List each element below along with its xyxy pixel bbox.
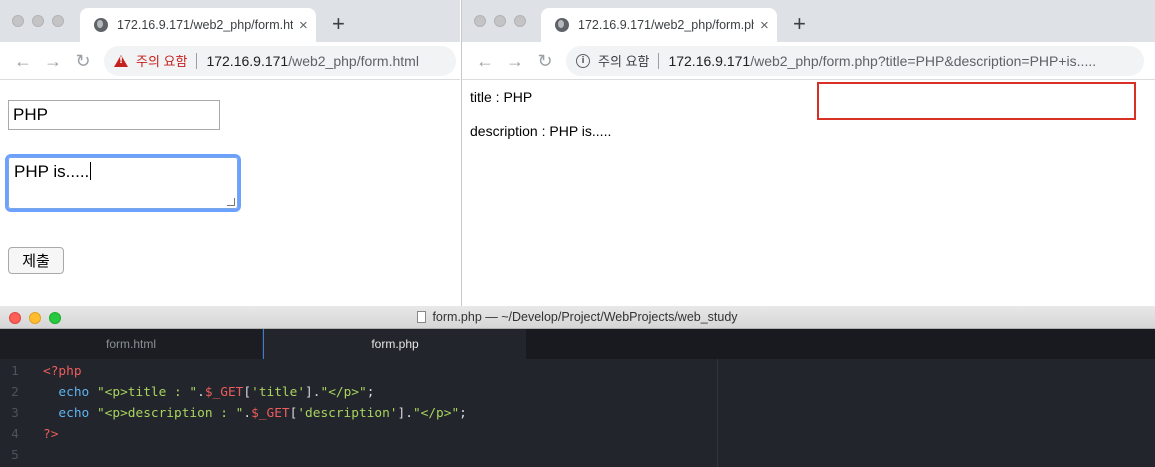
zoom-window-button[interactable] bbox=[49, 312, 61, 324]
tab-close-icon[interactable]: × bbox=[299, 18, 308, 33]
window-controls bbox=[12, 15, 64, 27]
info-icon[interactable]: i bbox=[576, 53, 590, 68]
back-arrow-icon[interactable]: ← bbox=[8, 52, 38, 70]
concat-operator: . bbox=[197, 385, 205, 400]
browser-window-result: 172.16.9.171/web2_php/form.php × + ← → ↻… bbox=[461, 0, 1155, 310]
title-input[interactable]: PHP bbox=[8, 100, 220, 130]
title-output: title : PHP bbox=[470, 89, 533, 105]
echo-keyword: echo bbox=[58, 406, 90, 421]
echo-keyword: echo bbox=[58, 385, 90, 400]
code-lines: <?php echo "<p>title : ".$_GET['title'].… bbox=[43, 361, 467, 466]
php-close-tag: ?> bbox=[43, 427, 59, 442]
string-literal: "</p>" bbox=[320, 385, 367, 400]
code-line: ?> bbox=[43, 424, 467, 445]
tab-title: 172.16.9.171/web2_php/form.html bbox=[117, 18, 293, 32]
divider bbox=[196, 52, 198, 69]
reload-icon[interactable]: ↻ bbox=[68, 52, 98, 70]
screen: 172.16.9.171/web2_php/form.html × + ← → … bbox=[0, 0, 1155, 467]
browser-window-form: 172.16.9.171/web2_php/form.html × + ← → … bbox=[0, 0, 460, 310]
resize-handle-icon[interactable] bbox=[227, 198, 235, 206]
array-key: 'description' bbox=[297, 406, 398, 421]
wrap-guide bbox=[717, 359, 718, 467]
semicolon: ; bbox=[459, 406, 467, 421]
window-controls bbox=[474, 15, 526, 27]
description-textarea[interactable]: PHP is..... bbox=[8, 157, 238, 209]
address-bar[interactable]: i 주의 요함 172.16.9.171/web2_php/form.php?t… bbox=[566, 45, 1144, 76]
new-tab-button[interactable]: + bbox=[332, 13, 345, 35]
tab-close-icon[interactable]: × bbox=[760, 18, 769, 33]
browser-tab-form-html[interactable]: 172.16.9.171/web2_php/form.html × bbox=[80, 8, 316, 42]
browser-tab-form-php[interactable]: 172.16.9.171/web2_php/form.php × bbox=[541, 8, 777, 42]
line-number: 3 bbox=[11, 406, 19, 421]
string-literal: "</p>" bbox=[412, 406, 460, 421]
editor-tab-bar: form.html form.php bbox=[0, 329, 1155, 359]
text-caret bbox=[90, 162, 92, 180]
zoom-window-button[interactable] bbox=[52, 15, 64, 27]
security-label[interactable]: 주의 요함 bbox=[136, 51, 187, 70]
tab-strip: 172.16.9.171/web2_php/form.php × + bbox=[462, 0, 1155, 42]
concat-operator: . bbox=[405, 406, 413, 421]
close-window-button[interactable] bbox=[9, 312, 21, 324]
concat-operator: . bbox=[243, 406, 252, 421]
line-number: 5 bbox=[11, 448, 19, 463]
new-tab-button[interactable]: + bbox=[793, 13, 806, 35]
code-area[interactable]: 1 2 3 4 5 <?php echo "<p>title : ".$_GET… bbox=[0, 359, 1155, 467]
string-literal: "<p>description : " bbox=[96, 406, 244, 421]
line-number-gutter: 1 2 3 4 5 bbox=[0, 361, 30, 466]
editor-tab-form-php[interactable]: form.php bbox=[263, 329, 526, 359]
forward-arrow-icon[interactable]: → bbox=[500, 52, 530, 70]
tab-strip: 172.16.9.171/web2_php/form.html × + bbox=[0, 0, 460, 42]
php-open-tag: <?php bbox=[43, 364, 82, 379]
editor-titlebar: form.php — ~/Develop/Project/WebProjects… bbox=[0, 306, 1155, 329]
string-literal: "<p>title : " bbox=[96, 385, 198, 400]
line-number: 4 bbox=[11, 427, 19, 442]
divider bbox=[658, 52, 660, 69]
security-label[interactable]: 주의 요함 bbox=[598, 51, 649, 70]
url-text[interactable]: 172.16.9.171/web2_php/form.php?title=PHP… bbox=[668, 53, 1096, 69]
url-host: 172.16.9.171 bbox=[668, 52, 751, 69]
line-number: 1 bbox=[11, 364, 19, 379]
globe-icon bbox=[94, 18, 108, 32]
submit-button[interactable]: 제출 bbox=[8, 247, 64, 274]
url-host: 172.16.9.171 bbox=[206, 52, 289, 69]
url-text[interactable]: 172.16.9.171/web2_php/form.html bbox=[206, 53, 418, 69]
get-variable: $_GET bbox=[204, 385, 244, 400]
code-editor-window: form.php — ~/Develop/Project/WebProjects… bbox=[0, 306, 1155, 467]
line-number: 2 bbox=[11, 385, 19, 400]
forward-arrow-icon[interactable]: → bbox=[38, 52, 68, 70]
zoom-window-button[interactable] bbox=[514, 15, 526, 27]
result-page: title : PHP description : PHP is..... bbox=[462, 80, 1155, 310]
code-line: <?php bbox=[43, 361, 467, 382]
warning-icon[interactable] bbox=[114, 54, 128, 67]
back-arrow-icon[interactable]: ← bbox=[470, 52, 500, 70]
bracket: ] bbox=[305, 385, 313, 400]
array-key: 'title' bbox=[251, 385, 306, 400]
description-text: PHP is..... bbox=[14, 162, 90, 181]
address-bar[interactable]: 주의 요함 172.16.9.171/web2_php/form.html bbox=[104, 45, 456, 76]
document-icon bbox=[417, 311, 427, 323]
code-line: echo "<p>title : ".$_GET['title']."</p>"… bbox=[43, 382, 467, 403]
editor-tab-form-html[interactable]: form.html bbox=[0, 329, 263, 359]
minimize-window-button[interactable] bbox=[32, 15, 44, 27]
minimize-window-button[interactable] bbox=[29, 312, 41, 324]
form-page: PHP PHP is..... 제출 bbox=[0, 80, 460, 310]
editor-window-title: form.php — ~/Develop/Project/WebProjects… bbox=[432, 310, 738, 324]
window-controls bbox=[9, 312, 61, 324]
tab-title: 172.16.9.171/web2_php/form.php bbox=[578, 18, 754, 32]
close-window-button[interactable] bbox=[12, 15, 24, 27]
description-output: description : PHP is..... bbox=[470, 123, 612, 139]
bracket: [ bbox=[243, 385, 252, 400]
minimize-window-button[interactable] bbox=[494, 15, 506, 27]
browser-toolbar: ← → ↻ 주의 요함 172.16.9.171/web2_php/form.h… bbox=[0, 42, 460, 80]
url-path: /web2_php/form.html bbox=[288, 52, 419, 69]
get-variable: $_GET bbox=[251, 406, 290, 421]
url-path: /web2_php/form.php?title=PHP&description… bbox=[750, 52, 1097, 69]
semicolon: ; bbox=[366, 385, 375, 400]
reload-icon[interactable]: ↻ bbox=[530, 52, 560, 70]
globe-icon bbox=[555, 18, 569, 32]
code-line: echo "<p>description : ".$_GET['descript… bbox=[43, 403, 467, 424]
browser-toolbar: ← → ↻ i 주의 요함 172.16.9.171/web2_php/form… bbox=[462, 42, 1155, 120]
close-window-button[interactable] bbox=[474, 15, 486, 27]
